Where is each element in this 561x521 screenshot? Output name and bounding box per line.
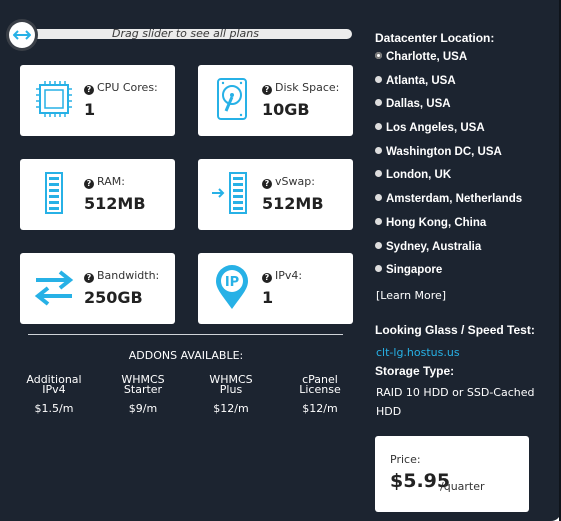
ip-pin-icon: IP [216, 265, 248, 309]
help-icon[interactable]: ? [84, 273, 94, 283]
radio-icon[interactable] [375, 170, 382, 178]
addon-name-line2: Plus [219, 383, 243, 396]
addon-price: $12/m [302, 402, 338, 415]
addon-name-line2: Starter [123, 383, 163, 396]
radio-icon[interactable] [375, 146, 382, 154]
radio-icon[interactable] [375, 52, 382, 59]
spec-value: 250GB [84, 288, 143, 307]
spec-label: ? Bandwidth: [84, 269, 159, 283]
price-box: Price: $5.95 /quarter [375, 436, 529, 512]
plan-slider-handle[interactable] [9, 22, 35, 48]
datacenter-title: Datacenter Location: [375, 31, 495, 45]
help-icon[interactable]: ? [262, 179, 272, 189]
spec-label: ? Disk Space: [262, 81, 339, 95]
spec-value: 10GB [262, 100, 310, 119]
bandwidth-icon [34, 270, 74, 306]
cpu-icon [36, 81, 72, 117]
storage-title: Storage Type: [375, 364, 455, 378]
addon-cpanel-license[interactable]: cPanel License $12/m [282, 374, 358, 415]
addon-price: $9/m [128, 402, 158, 415]
radio-icon[interactable] [375, 75, 382, 83]
arrows-horizontal-icon [13, 30, 31, 40]
location-option[interactable]: Hong Kong, China [375, 217, 522, 241]
spec-value: 1 [262, 288, 274, 307]
help-icon[interactable]: ? [84, 179, 94, 189]
location-option[interactable]: Charlotte, USA [375, 51, 522, 75]
addon-whmcs-plus[interactable]: WHMCS Plus $12/m [193, 374, 269, 415]
looking-glass-title: Looking Glass / Speed Test: [375, 323, 535, 337]
storage-value: RAID 10 HDD or SSD-Cached HDD [376, 386, 535, 418]
radio-icon[interactable] [375, 217, 382, 225]
spec-card-ram: ? RAM: 512MB [20, 159, 175, 230]
radio-icon[interactable] [375, 241, 382, 249]
location-option[interactable]: Singapore [375, 264, 522, 288]
location-option[interactable]: Sydney, Australia [375, 241, 522, 265]
addon-whmcs-starter[interactable]: WHMCS Starter $9/m [105, 374, 181, 415]
spec-value: 512MB [262, 194, 324, 213]
divider [28, 334, 343, 335]
price-label: Price: [390, 453, 421, 466]
spec-value: 1 [84, 100, 96, 119]
location-option[interactable]: Dallas, USA [375, 98, 522, 122]
spec-card-disk: ? Disk Space: 10GB [198, 65, 353, 136]
vswap-icon [212, 172, 247, 214]
location-option[interactable]: Los Angeles, USA [375, 122, 522, 146]
location-option[interactable]: Washington DC, USA [375, 146, 522, 170]
spec-card-cpu: ? CPU Cores: 1 [20, 65, 175, 136]
addon-name-line2: License [299, 383, 341, 396]
addon-additional-ipv4[interactable]: Additional IPv4 $1.5/m [16, 374, 92, 415]
svg-text:IP: IP [225, 275, 239, 290]
help-icon[interactable]: ? [262, 273, 272, 283]
spec-card-bandwidth: ? Bandwidth: 250GB [20, 253, 175, 324]
hard-disk-icon [217, 78, 247, 120]
radio-icon[interactable] [375, 99, 382, 107]
spec-value: 512MB [84, 194, 146, 213]
location-option[interactable]: Amsterdam, Netherlands [375, 193, 522, 217]
spec-card-ipv4: IP ? IPv4: 1 [198, 253, 353, 324]
addon-price: $12/m [213, 402, 249, 415]
spec-label: ? RAM: [84, 175, 125, 189]
plan-panel: Drag slider to see all plans ? CPU Cores:… [0, 0, 561, 521]
looking-glass-link[interactable]: clt-lg.hostus.us [376, 346, 460, 359]
price-period: /quarter [440, 480, 485, 493]
help-icon[interactable]: ? [84, 85, 94, 95]
learn-more-link[interactable]: [Learn More] [376, 289, 446, 302]
radio-icon[interactable] [375, 194, 382, 202]
addon-price: $1.5/m [34, 402, 74, 415]
slider-hint: Drag slider to see all plans [112, 27, 259, 40]
addons-title: ADDONS AVAILABLE: [128, 349, 244, 362]
radio-icon[interactable] [375, 265, 382, 273]
spec-label: ? CPU Cores: [84, 81, 158, 95]
datacenter-location-list: Charlotte, USA Atlanta, USA Dallas, USA … [375, 51, 522, 288]
spec-label: ? vSwap: [262, 175, 315, 189]
addon-name-line2: IPv4 [42, 383, 66, 396]
spec-label: ? IPv4: [262, 269, 302, 283]
spec-card-vswap: ? vSwap: 512MB [198, 159, 353, 230]
location-option[interactable]: London, UK [375, 169, 522, 193]
radio-icon[interactable] [375, 123, 382, 131]
ram-icon [45, 172, 63, 214]
help-icon[interactable]: ? [262, 85, 272, 95]
location-option[interactable]: Atlanta, USA [375, 75, 522, 99]
